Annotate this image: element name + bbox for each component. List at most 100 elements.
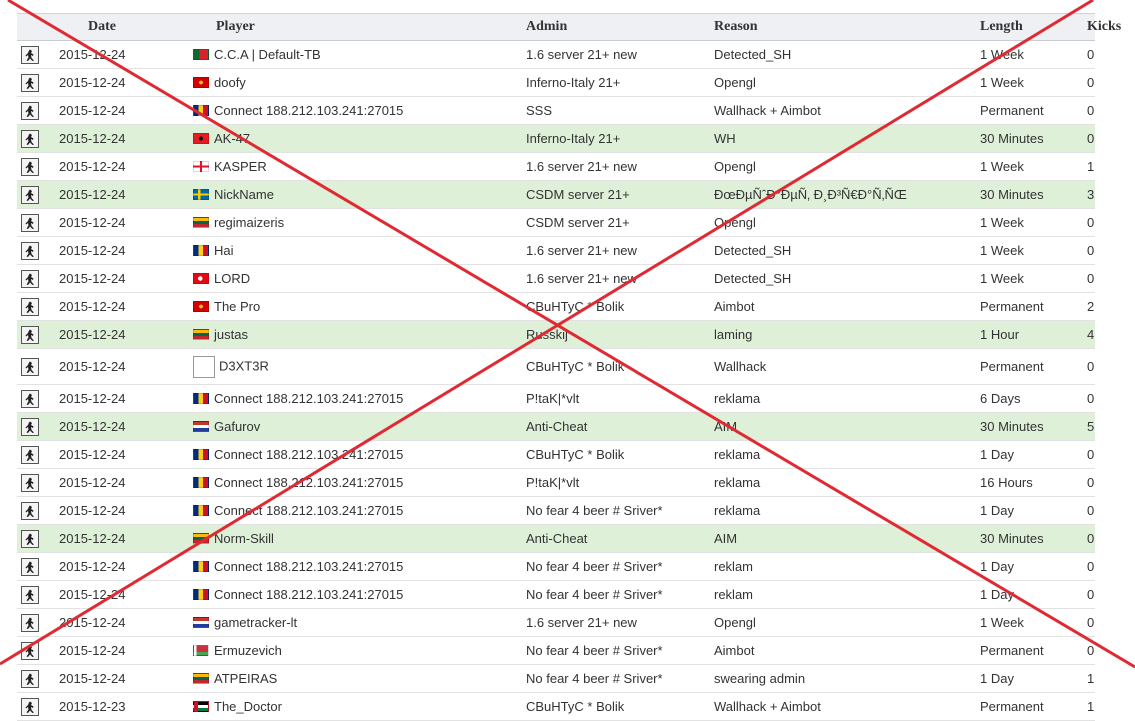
admin-cell-text: CBuHTyC * Bolik [526,447,625,462]
table-row[interactable]: 2015-12-24 AK-47 Inferno-Italy 21+ WH 30 Min… [17,124,1095,153]
table-row[interactable]: 2015-12-24 LORD 1.6 server 21+ new Detected… [17,264,1095,293]
player-name[interactable]: Connect 188.212.103.241:27015 [214,503,403,518]
table-row[interactable]: 2015-12-24 Hai 1.6 server 21+ new Detected_… [17,236,1095,265]
player-cell[interactable]: justas [193,320,526,349]
table-row[interactable]: 2015-12-24 Ermuzevich No fear 4 beer # Sri… [17,636,1095,665]
player-name[interactable]: justas [214,327,248,342]
table-row[interactable]: 2015-12-24 KASPER 1.6 server 21+ new Opengl… [17,152,1095,181]
player-cell[interactable]: AK-47 [193,124,526,153]
player-cell[interactable]: Connect 188.212.103.241:27015 [193,96,526,125]
table-row[interactable]: 2015-12-24 C.C.A | Default-TB 1.6 server 2… [17,40,1095,69]
player-cell[interactable]: Connect 188.212.103.241:27015 [193,384,526,413]
player-name[interactable]: Connect 188.212.103.241:27015 [214,103,403,118]
table-row[interactable]: 2015-12-23 The_Doctor CBuHTyC * Bolik Wallh… [17,692,1095,721]
table-row[interactable]: 2015-12-24 gametracker-lt 1.6 server 21+ n… [17,608,1095,637]
player-cell[interactable]: Connect 188.212.103.241:27015 [193,440,526,469]
player-cell[interactable]: Connect 188.212.103.241:27015 [193,468,526,497]
table-row[interactable]: 2015-12-24 Connect 188.212.103.241:27015 N… [17,496,1095,525]
table-row[interactable]: 2015-12-24 Connect 188.212.103.241:27015 N… [17,552,1095,581]
player-cell[interactable]: regimaizeris [193,208,526,237]
date-cell: 2015-12-24 [43,608,193,637]
player-cell[interactable]: gametracker-lt [193,608,526,637]
player-cell[interactable]: Gafurov [193,412,526,441]
player-name[interactable]: NickName [214,187,274,202]
player-cell[interactable]: NickName [193,180,526,209]
counter-strike-icon [21,297,39,316]
player-name[interactable]: ATPEIRAS [214,671,277,686]
player-cell[interactable]: D3XT3R [193,348,526,385]
player-cell[interactable]: Hai [193,236,526,265]
player-cell[interactable]: Connect 188.212.103.241:27015 [193,580,526,609]
table-row[interactable]: 2015-12-24 D3XT3R CBuHTyC * Bolik Wallhack P… [17,348,1095,385]
date-cell: 2015-12-24 [43,96,193,125]
col-admin[interactable]: Admin [526,13,714,41]
table-row[interactable]: 2015-12-24 Connect 188.212.103.241:27015 C… [17,440,1095,469]
player-name[interactable]: AK-47 [214,131,250,146]
admin-cell: 1.6 server 21+ new [526,236,714,265]
player-cell[interactable]: C.C.A | Default-TB [193,40,526,69]
date-cell-text: 2015-12-24 [59,131,126,146]
table-row[interactable]: 2015-12-24 Connect 188.212.103.241:27015 S… [17,96,1095,125]
length-cell: 30 Minutes [980,124,1087,153]
col-kicks[interactable]: Kicks [1087,13,1121,41]
player-name[interactable]: Connect 188.212.103.241:27015 [214,447,403,462]
player-name[interactable]: Ermuzevich [214,643,282,658]
admin-cell: No fear 4 beer # Sriver* [526,636,714,665]
player-name[interactable]: The Pro [214,299,260,314]
reason-cell: Aimbot [714,292,980,321]
player-cell[interactable]: The Pro [193,292,526,321]
table-row[interactable]: 2015-12-24 The Pro CBuHTyC * Bolik Aimbot Pe… [17,292,1095,321]
game-cell [17,552,43,581]
date-cell: 2015-12-24 [43,40,193,69]
table-row[interactable]: 2015-12-24 doofy Inferno-Italy 21+ Opengl 1 … [17,68,1095,97]
table-row[interactable]: 2015-12-24 regimaizeris CSDM server 21+ Ope… [17,208,1095,237]
kicks-cell: 0 [1087,236,1095,265]
table-row[interactable]: 2015-12-24 Connect 188.212.103.241:27015 P… [17,468,1095,497]
player-name[interactable]: Gafurov [214,419,260,434]
col-length[interactable]: Length [980,13,1087,41]
player-cell[interactable]: The_Doctor [193,692,526,721]
player-name[interactable]: Connect 188.212.103.241:27015 [214,391,403,406]
player-name[interactable]: Hai [214,243,234,258]
player-cell[interactable]: Connect 188.212.103.241:27015 [193,496,526,525]
player-name[interactable]: C.C.A | Default-TB [214,47,321,62]
player-cell[interactable]: LORD [193,264,526,293]
player-name[interactable]: gametracker-lt [214,615,297,630]
col-date[interactable]: Date [43,13,193,41]
player-name[interactable]: Connect 188.212.103.241:27015 [214,587,403,602]
admin-cell: CBuHTyC * Bolik [526,348,714,385]
player-cell[interactable]: doofy [193,68,526,97]
player-name[interactable]: KASPER [214,159,267,174]
col-reason[interactable]: Reason [714,13,980,41]
length-cell: 1 Week [980,40,1087,69]
player-name[interactable]: The_Doctor [214,699,282,714]
player-name[interactable]: Connect 188.212.103.241:27015 [214,559,403,574]
reason-cell-text: Aimbot [714,643,755,658]
admin-cell: CSDM server 21+ [526,180,714,209]
player-name[interactable]: regimaizeris [214,215,284,230]
table-row[interactable]: 2015-12-24 ATPEIRAS No fear 4 beer # Srive… [17,664,1095,693]
col-player[interactable]: Player [193,13,526,41]
player-name[interactable]: Connect 188.212.103.241:27015 [214,475,403,490]
length-cell: 1 Day [980,664,1087,693]
table-row[interactable]: 2015-12-24 Connect 188.212.103.241:27015 N… [17,580,1095,609]
table-row[interactable]: 2015-12-24 NickName CSDM server 21+ ÐœÐµÑˆÐ… [17,180,1095,209]
player-name[interactable]: D3XT3R [219,358,269,373]
player-name[interactable]: Norm-Skill [214,531,274,546]
player-cell[interactable]: ATPEIRAS [193,664,526,693]
player-cell[interactable]: Connect 188.212.103.241:27015 [193,552,526,581]
table-row[interactable]: 2015-12-24 Gafurov Anti-Cheat AIM 30 Minutes… [17,412,1095,441]
length-cell-text: Permanent [980,699,1044,714]
player-cell[interactable]: KASPER [193,152,526,181]
player-cell[interactable]: Norm-Skill [193,524,526,553]
player-name[interactable]: LORD [214,271,250,286]
counter-strike-icon [21,557,39,576]
player-name[interactable]: doofy [214,75,246,90]
player-cell[interactable]: Ermuzevich [193,636,526,665]
kicks-cell-text: 0 [1087,75,1095,90]
table-row[interactable]: 2015-12-24 justas Russkij laming 1 Hour 4 [17,320,1095,349]
kicks-cell: 1 [1087,692,1095,721]
table-row[interactable]: 2015-12-24 Connect 188.212.103.241:27015 P… [17,384,1095,413]
table-row[interactable]: 2015-12-24 Norm-Skill Anti-Cheat AIM 30 Minu… [17,524,1095,553]
admin-cell: Inferno-Italy 21+ [526,68,714,97]
